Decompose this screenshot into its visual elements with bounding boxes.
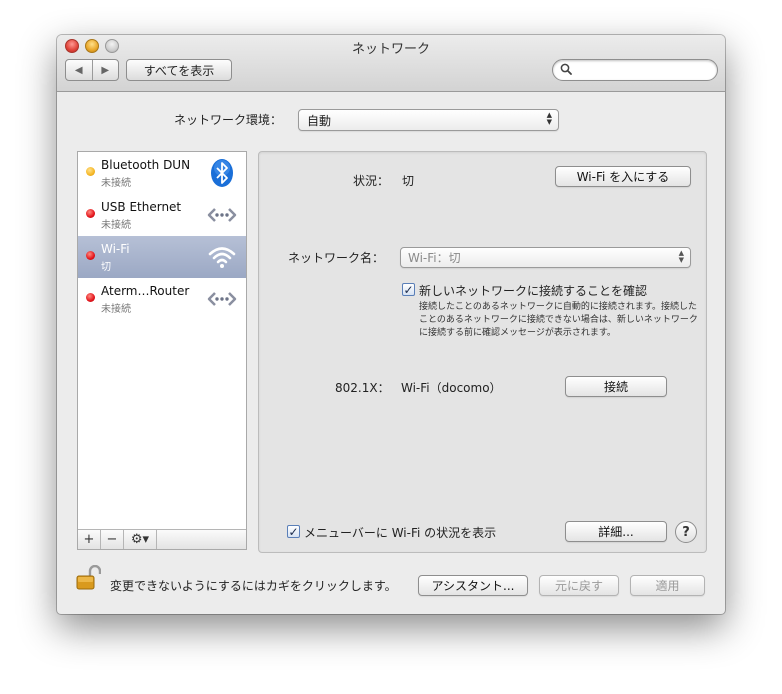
location-popup[interactable]: 自動 ▲ ▼ [298,109,559,131]
show-all-button[interactable]: すべてを表示 [126,59,232,81]
location-label: ネットワーク環境： [174,113,283,127]
status-dot [86,293,95,302]
forward-icon[interactable]: ▶ [93,60,119,80]
ethernet-icon [207,292,237,306]
back-forward-control: ◀ ▶ [65,59,119,81]
network-preferences-window: ネットワーク ◀ ▶ すべてを表示 ネットワーク環境： 自動 ▲ ▼ Blueto… [57,35,725,614]
location-value: 自動 [307,113,332,128]
network-name-popup[interactable]: Wi-Fi：切 ▲ ▼ [400,247,691,268]
show-menubar-label[interactable]: メニューバーに Wi-Fi の状況を表示 [304,524,496,541]
popup-arrows-icon: ▲ ▼ [678,249,684,264]
apply-button[interactable]: 適用 [630,575,705,596]
service-status: 未接続 [101,220,131,231]
network-name-value: Wi-Fi：切 [408,251,461,265]
service-item-aterm-router[interactable]: Aterm…Router 未接続 [78,278,246,320]
service-item-bluetooth-dun[interactable]: Bluetooth DUN 未接続 [78,152,246,194]
titlebar: ネットワーク ◀ ▶ すべてを表示 [57,35,725,92]
status-dot [86,167,95,176]
dot1x-label: 802.1X： [335,381,390,395]
search-field[interactable] [552,59,718,81]
dot1x-value: Wi-Fi（docomo） [401,381,502,395]
remove-service-button[interactable]: − [101,530,124,549]
network-name-label: ネットワーク名： [288,251,385,265]
service-status: 未接続 [101,178,131,189]
status-dot [86,251,95,260]
service-name: Bluetooth DUN [101,158,191,172]
status-label: 状況： [353,174,390,188]
service-name: USB Ethernet [101,200,182,214]
ask-join-checkbox[interactable]: ✓ [402,283,415,296]
show-menubar-checkbox[interactable]: ✓ [287,525,300,538]
service-name: Wi-Fi [101,242,130,256]
service-name: Aterm…Router [101,284,190,298]
popup-arrows-icon: ▲ ▼ [546,111,552,126]
search-icon [560,63,572,78]
service-status: 切 [101,262,111,273]
back-icon[interactable]: ◀ [66,60,93,80]
connect-button[interactable]: 接続 [565,376,667,397]
ethernet-icon [207,208,237,222]
service-item-usb-ethernet[interactable]: USB Ethernet 未接続 [78,194,246,236]
advanced-button[interactable]: 詳細... [565,521,667,542]
status-value: 切 [402,174,415,188]
service-status: 未接続 [101,304,131,315]
help-button[interactable]: ? [675,521,697,543]
turn-wifi-on-button[interactable]: Wi-Fi を入にする [555,166,691,187]
ask-join-label[interactable]: 新しいネットワークに接続することを確認 [419,282,647,299]
service-list-toolbar: + − ⚙▾ [78,529,246,549]
ask-join-note: 接続したことのあるネットワークに自動的に接続されます。接続したことのあるネットワ… [419,302,698,338]
status-dot [86,209,95,218]
lock-icon[interactable] [75,565,101,591]
wifi-icon [208,247,236,268]
revert-button[interactable]: 元に戻す [539,575,619,596]
lock-text: 変更できないようにするにはカギをクリックします。 [110,579,397,593]
service-item-wifi[interactable]: Wi-Fi 切 [78,236,246,278]
wifi-detail-panel: 状況： 切 Wi-Fi を入にする ネットワーク名： Wi-Fi：切 ▲ ▼ ✓ … [258,151,707,553]
add-service-button[interactable]: + [78,530,101,549]
service-list: Bluetooth DUN 未接続 USB Ethernet 未接続 Wi-Fi… [77,151,247,550]
window-title: ネットワーク [351,42,430,57]
bluetooth-icon [211,159,233,187]
assistant-button[interactable]: アシスタント... [418,575,528,596]
action-menu-button[interactable]: ⚙▾ [124,530,157,549]
